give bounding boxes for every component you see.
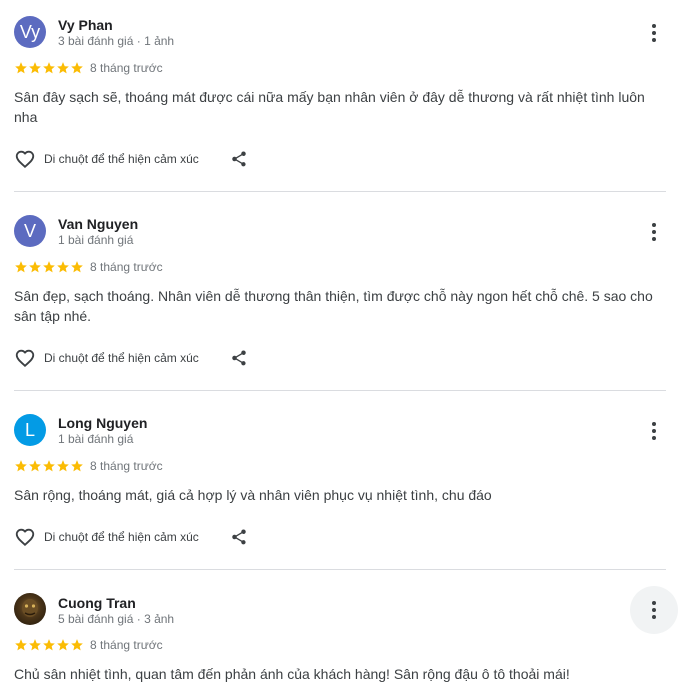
reviewer-name[interactable]: Long Nguyen (58, 415, 147, 431)
reviewer-name[interactable]: Vy Phan (58, 17, 113, 33)
star-icon (71, 639, 83, 651)
avatar[interactable]: Vy (14, 16, 46, 48)
star-icon (57, 62, 69, 74)
review-text: Sân rộng, thoáng mát, giá cả hợp lý và n… (14, 487, 492, 503)
reviewer-name[interactable]: Cuong Tran (58, 595, 136, 611)
star-icon (71, 261, 83, 273)
review-date: 8 tháng trước (90, 459, 163, 473)
heart-outline-icon[interactable] (14, 526, 36, 548)
more-vert-icon (652, 223, 656, 241)
share-icon[interactable] (230, 528, 248, 546)
star-icon (57, 261, 69, 273)
avatar[interactable]: V (14, 215, 46, 247)
review-date: 8 tháng trước (90, 638, 163, 652)
heart-outline-icon[interactable] (14, 347, 36, 369)
divider (14, 390, 666, 391)
review-text: Sân đây sạch sẽ, thoáng mát được cái nữa… (14, 89, 645, 125)
star-icon (15, 639, 27, 651)
star-icon (71, 62, 83, 74)
share-icon[interactable] (230, 150, 248, 168)
avatar[interactable]: L (14, 414, 46, 446)
star-icon (71, 460, 83, 472)
review-text: Chủ sân nhiệt tình, quan tâm đến phản án… (14, 666, 570, 682)
more-options-button[interactable] (630, 407, 678, 455)
star-icon (15, 62, 27, 74)
avatar[interactable] (14, 593, 46, 625)
review-date: 8 tháng trước (90, 61, 163, 75)
star-rating (14, 638, 84, 652)
star-icon (29, 261, 41, 273)
reviewer-name[interactable]: Van Nguyen (58, 216, 138, 232)
star-icon (43, 62, 55, 74)
star-icon (43, 460, 55, 472)
reaction-hint[interactable]: Di chuột để thể hiện cảm xúc (44, 152, 199, 166)
more-vert-icon (652, 601, 656, 619)
reviewer-meta: 1 bài đánh giá (58, 233, 134, 247)
star-icon (15, 460, 27, 472)
more-options-button[interactable] (630, 9, 678, 57)
divider (14, 569, 666, 570)
star-icon (15, 261, 27, 273)
more-options-button[interactable] (630, 208, 678, 256)
star-icon (57, 639, 69, 651)
star-icon (29, 62, 41, 74)
star-rating (14, 459, 84, 473)
review-text: Sân đẹp, sạch thoáng. Nhân viên dễ thươn… (14, 288, 653, 324)
reviewer-meta: 1 bài đánh giá (58, 432, 134, 446)
more-vert-icon (652, 24, 656, 42)
divider (14, 191, 666, 192)
more-options-button[interactable] (630, 586, 678, 634)
avatar-image (22, 599, 38, 617)
star-rating (14, 260, 84, 274)
star-icon (57, 460, 69, 472)
reaction-hint[interactable]: Di chuột để thể hiện cảm xúc (44, 351, 199, 365)
star-icon (29, 639, 41, 651)
reaction-hint[interactable]: Di chuột để thể hiện cảm xúc (44, 530, 199, 544)
star-icon (43, 261, 55, 273)
reviewer-meta: 3 bài đánh giá · 1 ảnh (58, 34, 175, 48)
star-icon (29, 460, 41, 472)
review-date: 8 tháng trước (90, 260, 163, 274)
star-rating (14, 61, 84, 75)
share-icon[interactable] (230, 349, 248, 367)
heart-outline-icon[interactable] (14, 148, 36, 170)
reviewer-meta: 5 bài đánh giá · 3 ảnh (58, 612, 175, 626)
star-icon (43, 639, 55, 651)
more-vert-icon (652, 422, 656, 440)
